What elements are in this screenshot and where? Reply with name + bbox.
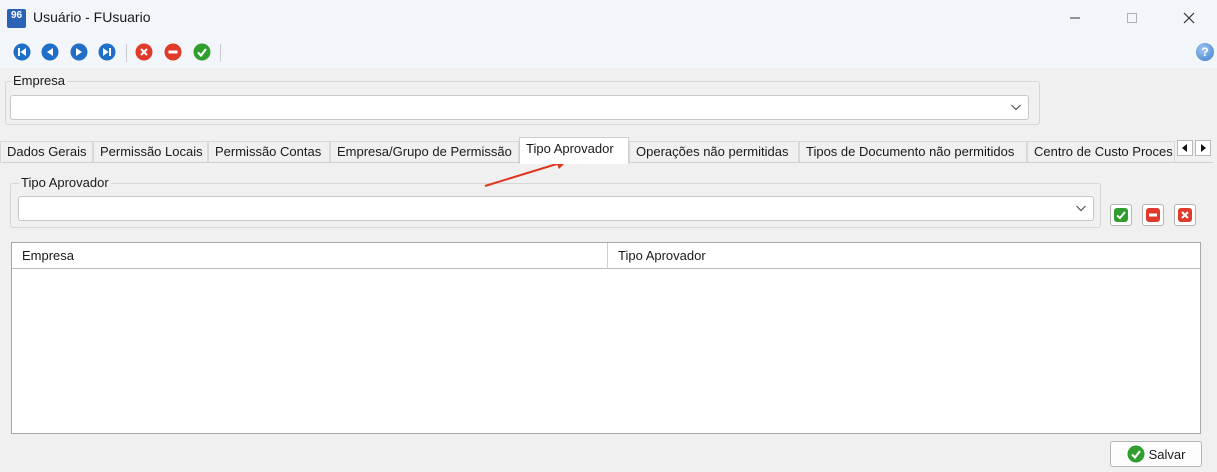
- delete-button[interactable]: [164, 43, 182, 61]
- add-tipo-aprovador-button[interactable]: [1110, 204, 1132, 226]
- chevron-down-icon: [1076, 205, 1086, 212]
- grid-header: Empresa Tipo Aprovador: [12, 243, 1200, 269]
- tipo-aprovador-combobox[interactable]: [18, 196, 1094, 221]
- form-content: Empresa Dados Gerais Permissão Locais Pe…: [0, 68, 1217, 472]
- chevron-down-icon: [1011, 104, 1021, 111]
- remove-tipo-aprovador-button[interactable]: [1142, 204, 1164, 226]
- tipo-aprovador-label: Tipo Aprovador: [19, 175, 111, 190]
- tab-panel-tipo-aprovador: Tipo Aprovador Empresa Tipo Aprovador Sa…: [2, 162, 1213, 468]
- delete-icon: [164, 43, 182, 61]
- save-button-label: Salvar: [1148, 446, 1186, 462]
- toolbar: [0, 36, 1217, 68]
- previous-record-button[interactable]: [41, 43, 59, 61]
- empresa-group: Empresa: [5, 73, 1040, 125]
- tab-operacoes-nao-permitidas[interactable]: Operações não permitidas: [629, 141, 799, 163]
- x-icon: [1178, 208, 1192, 222]
- clear-tipo-aprovador-button[interactable]: [1174, 204, 1196, 226]
- check-icon: [1114, 208, 1128, 222]
- maximize-icon: [1127, 13, 1137, 23]
- last-icon: [98, 43, 116, 61]
- column-header-tipo-aprovador[interactable]: Tipo Aprovador: [608, 243, 706, 269]
- triangle-right-icon: [1201, 144, 1206, 152]
- tab-tipo-aprovador[interactable]: Tipo Aprovador: [519, 137, 629, 164]
- help-icon[interactable]: ?: [1196, 43, 1214, 61]
- first-icon: [13, 43, 31, 61]
- minus-icon: [1146, 208, 1160, 222]
- tab-strip: Dados Gerais Permissão Locais Permissão …: [0, 137, 1217, 164]
- tab-permissao-contas[interactable]: Permissão Contas: [208, 141, 330, 163]
- confirm-icon: [193, 43, 211, 61]
- tipo-aprovador-group: Tipo Aprovador: [10, 175, 1101, 228]
- tab-permissao-locais[interactable]: Permissão Locais: [93, 141, 208, 163]
- last-record-button[interactable]: [98, 43, 116, 61]
- save-button[interactable]: Salvar: [1110, 441, 1202, 467]
- title-bar: 96 Usuário - FUsuario: [0, 0, 1217, 36]
- toolbar-separator: [126, 44, 127, 62]
- tab-scroll-right-button[interactable]: [1195, 140, 1211, 156]
- column-header-empresa[interactable]: Empresa: [12, 243, 74, 269]
- tipo-aprovador-grid[interactable]: Empresa Tipo Aprovador: [11, 242, 1201, 434]
- tab-centro-custo[interactable]: Centro de Custo Proces: [1027, 141, 1175, 163]
- window-title: Usuário - FUsuario: [33, 9, 151, 25]
- confirm-icon: [1127, 445, 1145, 463]
- first-record-button[interactable]: [13, 43, 31, 61]
- next-record-button[interactable]: [70, 43, 88, 61]
- empresa-combobox[interactable]: [10, 95, 1029, 120]
- minimize-button[interactable]: [1052, 0, 1098, 36]
- maximize-button[interactable]: [1109, 0, 1155, 36]
- tab-dados-gerais[interactable]: Dados Gerais: [0, 141, 93, 163]
- app-logo-icon: 96: [7, 9, 26, 28]
- next-icon: [70, 43, 88, 61]
- close-button[interactable]: [1166, 0, 1212, 36]
- close-icon: [1183, 12, 1195, 24]
- cancel-button[interactable]: [135, 43, 153, 61]
- previous-icon: [41, 43, 59, 61]
- tab-tipos-documento-nao-permitidos[interactable]: Tipos de Documento não permitidos: [799, 141, 1027, 163]
- triangle-left-icon: [1182, 144, 1187, 152]
- cancel-icon: [135, 43, 153, 61]
- tab-scroll-left-button[interactable]: [1177, 140, 1193, 156]
- minimize-icon: [1070, 17, 1080, 19]
- toolbar-separator: [220, 44, 221, 62]
- empresa-label: Empresa: [11, 73, 68, 88]
- confirm-button[interactable]: [193, 43, 211, 61]
